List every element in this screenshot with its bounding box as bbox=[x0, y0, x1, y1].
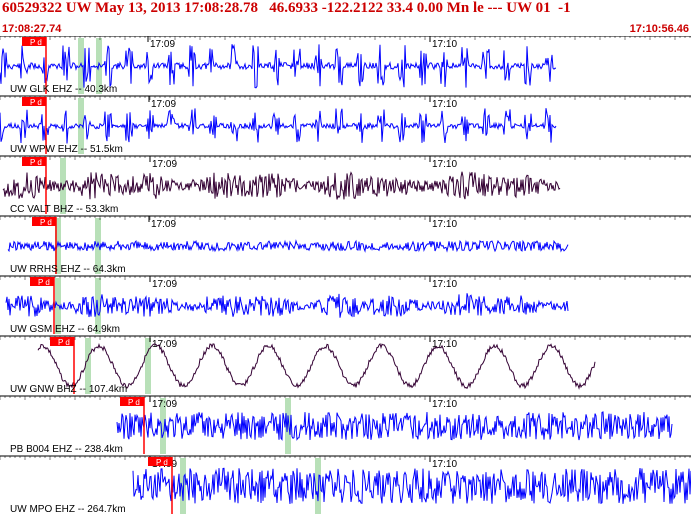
highlight-band bbox=[315, 458, 321, 514]
header-bar: 60529322 UW May 13, 2013 17:08:28.78 46.… bbox=[0, 0, 691, 38]
station-label: CC VALT BHZ -- 53.3km bbox=[10, 204, 118, 215]
minute-label: 17:09 bbox=[150, 39, 175, 50]
minute-label: 17:10 bbox=[432, 39, 457, 50]
trace-panel: 17:09 17:10P dUW GNW BHZ -- 107.4km bbox=[0, 335, 691, 395]
waveform bbox=[5, 293, 569, 318]
pick-label: P d bbox=[128, 398, 140, 407]
trace-panel: 17:09 17:10 P d UW WPW EHZ -- 51.5km bbox=[0, 95, 691, 155]
pick-label: P d bbox=[58, 338, 70, 347]
seismogram-plot: 17:09 17:10P dUW GLK EHZ -- 40.3km17:09 17… bbox=[0, 36, 691, 515]
waveform bbox=[116, 411, 673, 441]
minute-label: 17:09 bbox=[151, 99, 176, 110]
minute-label: 17:10 bbox=[432, 219, 457, 230]
station-label: PB B004 EHZ -- 238.4km bbox=[10, 444, 123, 455]
waveform bbox=[37, 342, 596, 390]
waveform bbox=[2, 171, 561, 200]
minute-label: 17:10 bbox=[432, 279, 457, 290]
pick-label: P d bbox=[30, 98, 42, 107]
trace-panel: 17:0917:10P dUW MPO EHZ -- 264.7km bbox=[0, 455, 691, 515]
minute-label: 17:09 bbox=[152, 279, 177, 290]
waveform bbox=[132, 467, 691, 505]
trace-panel: 17:09 17:10 P d UW RRHS EHZ -- 64.3km bbox=[0, 215, 691, 275]
station-label: UW WPW EHZ -- 51.5km bbox=[10, 144, 123, 155]
minute-label: 17:10 bbox=[432, 459, 457, 470]
end-time: 17:10:56.46 bbox=[629, 23, 689, 35]
pick-label: P d bbox=[30, 38, 42, 47]
minute-label: 17:09 bbox=[152, 159, 177, 170]
highlight-band bbox=[145, 338, 151, 394]
station-label: UW RRHS EHZ -- 64.3km bbox=[10, 264, 126, 275]
trace-panel: 17:09 17:10 P d CC VALT BHZ -- 53.3km bbox=[0, 155, 691, 215]
pick-label: P d bbox=[40, 218, 52, 227]
trace-panel: 17:09 17:10 P d UW GSM EHZ -- 64.9km bbox=[0, 275, 691, 335]
station-label: UW GSM EHZ -- 64.9km bbox=[10, 324, 120, 335]
station-label: UW MPO EHZ -- 264.7km bbox=[10, 504, 126, 515]
pick-label: P d bbox=[30, 158, 42, 167]
waveform bbox=[7, 239, 569, 253]
minute-label: 17:10 bbox=[432, 399, 457, 410]
minute-label: 17:10 bbox=[432, 159, 457, 170]
station-label: UW GLK EHZ -- 40.3km bbox=[10, 84, 117, 95]
minute-label: 17:10 bbox=[432, 99, 457, 110]
minute-label: 17:10 bbox=[432, 339, 457, 350]
pick-label: P d bbox=[156, 458, 168, 467]
minute-label: 17:09 bbox=[152, 399, 177, 410]
trace-panel: 17:09 17:10 P d UW GLK EHZ -- 40.3km bbox=[0, 36, 691, 95]
event-title: 60529322 UW May 13, 2013 17:08:28.78 46.… bbox=[2, 0, 571, 16]
pick-label: P d bbox=[38, 278, 50, 287]
station-label: UW GNW BHZ -- 107.4km bbox=[10, 384, 127, 395]
start-time: 17:08:27.74 bbox=[2, 23, 62, 35]
minute-label: 17:09 bbox=[151, 219, 176, 230]
trace-panel: 17:09 17:10 P d PB B004 EHZ -- 238.4km bbox=[0, 395, 691, 455]
